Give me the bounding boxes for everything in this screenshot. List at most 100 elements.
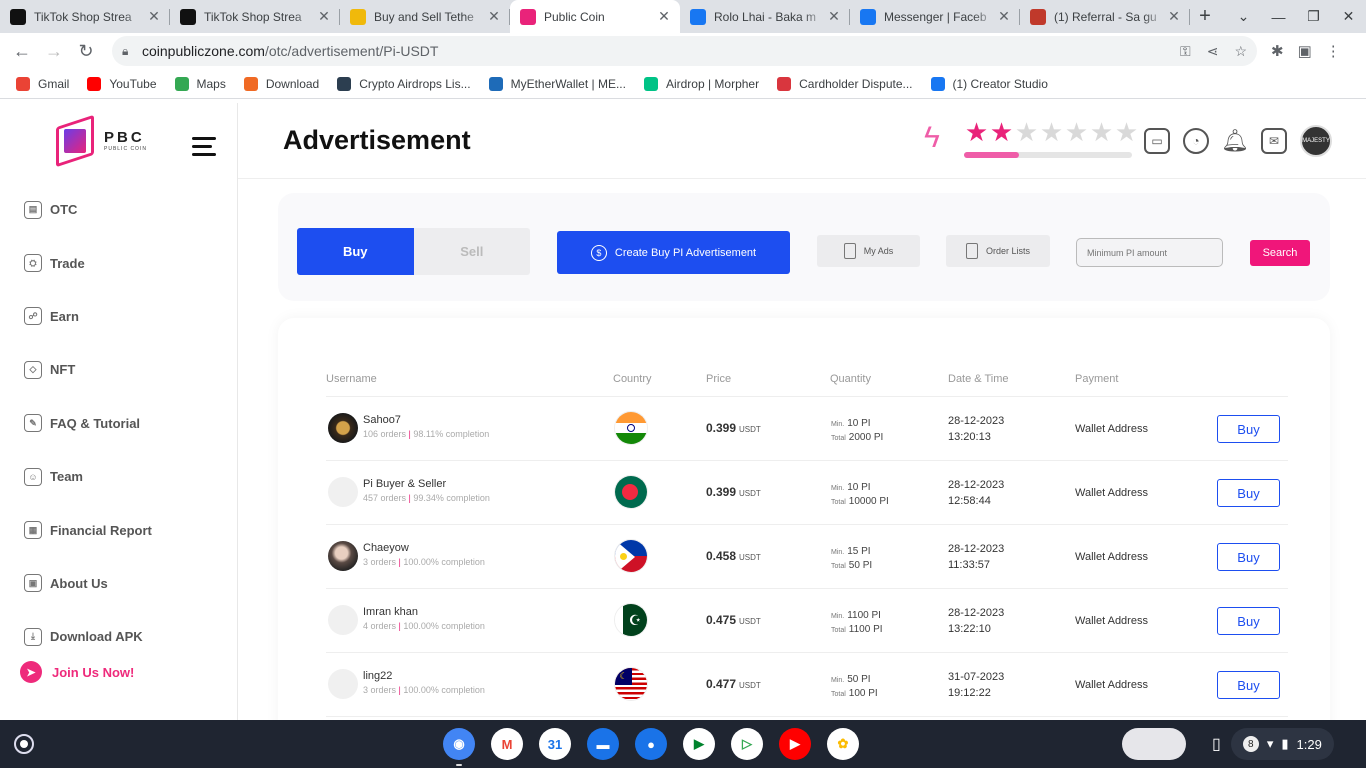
- pbc-logo[interactable]: PBC PUBLIC COIN: [54, 114, 147, 168]
- restore-icon[interactable]: ❐: [1296, 8, 1331, 25]
- bookmark-item[interactable]: Download: [243, 76, 319, 91]
- close-window-icon[interactable]: ✕: [1331, 8, 1366, 25]
- my-ads-button[interactable]: My Ads: [817, 235, 920, 267]
- username[interactable]: Imran khan: [363, 606, 418, 618]
- more-menu-icon[interactable]: ⋮: [1326, 42, 1341, 60]
- lock-icon[interactable]: 🔒︎: [122, 44, 142, 59]
- report-icon: ▦: [24, 521, 42, 540]
- phone-hub-icon[interactable]: ▯: [1212, 734, 1221, 754]
- tab-close-icon[interactable]: ✕: [486, 8, 502, 25]
- pie-chart-icon[interactable]: ◔: [1183, 128, 1209, 154]
- minimize-icon[interactable]: —: [1261, 9, 1296, 25]
- create-advertisement-button[interactable]: $ Create Buy PI Advertisement: [557, 231, 790, 274]
- bell-icon[interactable]: 🔔︎: [1221, 128, 1249, 154]
- sidebar-item-otc[interactable]: ▤ OTC: [24, 183, 152, 236]
- photos-icon[interactable]: ✿: [827, 728, 859, 760]
- meet-icon[interactable]: ▶: [683, 728, 715, 760]
- holding-space-icon[interactable]: [1122, 728, 1186, 760]
- user-avatar[interactable]: [328, 541, 358, 571]
- tab-close-icon[interactable]: ✕: [146, 8, 162, 25]
- side-panel-icon[interactable]: ▣: [1298, 42, 1312, 60]
- sidebar-item-about-us[interactable]: ▣ About Us: [24, 557, 152, 610]
- user-avatar[interactable]: [328, 413, 358, 443]
- bookmark-label: (1) Creator Studio: [952, 76, 1048, 91]
- play-store-icon[interactable]: ▷: [731, 728, 763, 760]
- buy-button[interactable]: Buy: [1217, 415, 1280, 443]
- bookmark-item[interactable]: YouTube: [87, 76, 157, 91]
- username[interactable]: Sahoo7: [363, 414, 401, 426]
- advertisement-table-panel: Username Country Price Quantity Date & T…: [278, 318, 1330, 720]
- url-path: /otc/advertisement/Pi-USDT: [264, 43, 439, 59]
- username[interactable]: Chaeyow: [363, 542, 409, 554]
- bookmark-item[interactable]: MyEtherWallet | ME...: [488, 76, 626, 91]
- forward-icon[interactable]: →: [38, 41, 70, 62]
- youtube-icon[interactable]: ▶: [779, 728, 811, 760]
- buy-button[interactable]: Buy: [1217, 607, 1280, 635]
- chrome-icon[interactable]: ◉: [443, 728, 475, 766]
- browser-tab[interactable]: TikTok Shop Strea ✕: [0, 0, 170, 33]
- launcher-icon[interactable]: [14, 734, 34, 754]
- search-button[interactable]: Search: [1250, 240, 1310, 266]
- buy-button[interactable]: Buy: [1217, 479, 1280, 507]
- min-amount-input[interactable]: [1076, 238, 1223, 267]
- browser-tab[interactable]: Rolo Lhai - Baka m ✕: [680, 0, 850, 33]
- messages-icon[interactable]: ●: [635, 728, 667, 760]
- sidebar-item-faq[interactable]: ✎ FAQ & Tutorial: [24, 397, 152, 450]
- status-area[interactable]: 8 ▾ ▮ 1:29: [1230, 728, 1334, 760]
- back-icon[interactable]: ←: [6, 41, 38, 62]
- wallet-icon[interactable]: ▭: [1144, 128, 1170, 154]
- bookmark-label: YouTube: [109, 76, 157, 91]
- sell-tab[interactable]: Sell: [413, 228, 530, 275]
- tab-close-icon[interactable]: ✕: [316, 8, 332, 25]
- user-avatar[interactable]: [328, 669, 358, 699]
- browser-tab[interactable]: TikTok Shop Strea ✕: [170, 0, 340, 33]
- bookmark-item[interactable]: Maps: [174, 76, 226, 91]
- browser-tab[interactable]: (1) Referral - Sa gu ✕: [1020, 0, 1190, 33]
- browser-tab[interactable]: Buy and Sell Tethe ✕: [340, 0, 510, 33]
- share-icon[interactable]: ⋖: [1207, 43, 1219, 60]
- url-omnibox[interactable]: 🔒︎ coinpubliczone.com/otc/advertisement/…: [112, 36, 1257, 66]
- buy-button[interactable]: Buy: [1217, 543, 1280, 571]
- sidebar-item-download-apk[interactable]: ⤓ Download APK: [24, 610, 152, 663]
- files-icon[interactable]: ▬: [587, 728, 619, 760]
- tab-search-icon[interactable]: ⌄: [1226, 8, 1261, 25]
- sidebar-item-financial-report[interactable]: ▦ Financial Report: [24, 503, 152, 556]
- username[interactable]: ling22: [363, 670, 392, 682]
- sidebar-item-earn[interactable]: ☍ Earn: [24, 290, 152, 343]
- tab-close-icon[interactable]: ✕: [1166, 8, 1182, 25]
- user-avatar[interactable]: MAJESTY: [1300, 125, 1332, 157]
- level-progress-fill: [964, 152, 1020, 158]
- extensions-icon[interactable]: ✱: [1271, 42, 1284, 60]
- gmail-icon[interactable]: M: [491, 728, 523, 760]
- bookmark-item[interactable]: Airdrop | Morpher: [643, 76, 759, 91]
- sidebar-item-label: Financial Report: [50, 522, 152, 538]
- mail-icon[interactable]: ✉: [1261, 128, 1287, 154]
- bookmark-item[interactable]: Gmail: [16, 76, 69, 91]
- key-icon[interactable]: ⚿: [1180, 43, 1191, 60]
- browser-tab[interactable]: Messenger | Faceb ✕: [850, 0, 1020, 33]
- tab-close-icon[interactable]: ✕: [656, 8, 672, 25]
- sidebar-item-nft[interactable]: ◇ NFT: [24, 343, 152, 396]
- calendar-icon[interactable]: 31: [539, 728, 571, 760]
- user-avatar[interactable]: [328, 477, 358, 507]
- join-us-link[interactable]: ➤ Join Us Now!: [20, 661, 134, 683]
- bookmark-item[interactable]: Cardholder Dispute...: [777, 76, 913, 91]
- sidebar-item-team[interactable]: ☺ Team: [24, 450, 152, 503]
- sidebar-item-trade[interactable]: ⛭ Trade: [24, 236, 152, 289]
- user-avatar[interactable]: [328, 605, 358, 635]
- bookmark-star-icon[interactable]: ☆: [1234, 43, 1247, 60]
- hamburger-menu-icon[interactable]: [192, 137, 216, 161]
- username[interactable]: Pi Buyer & Seller: [363, 478, 446, 490]
- tab-close-icon[interactable]: ✕: [826, 8, 842, 25]
- browser-tab[interactable]: Public Coin ✕: [510, 0, 680, 33]
- order-lists-button[interactable]: Order Lists: [946, 235, 1050, 267]
- reload-icon[interactable]: ↻: [70, 41, 102, 62]
- new-tab-button[interactable]: +: [1190, 0, 1220, 33]
- bookmark-item[interactable]: (1) Creator Studio: [930, 76, 1048, 91]
- buy-tab[interactable]: Buy: [297, 228, 414, 275]
- buy-button[interactable]: Buy: [1217, 671, 1280, 699]
- quantity: Min. 10 PI Total 2000 PI: [831, 417, 883, 445]
- bookmark-item[interactable]: Crypto Airdrops Lis...: [337, 76, 471, 91]
- tab-close-icon[interactable]: ✕: [996, 8, 1012, 25]
- bookmark-icon: [777, 76, 792, 91]
